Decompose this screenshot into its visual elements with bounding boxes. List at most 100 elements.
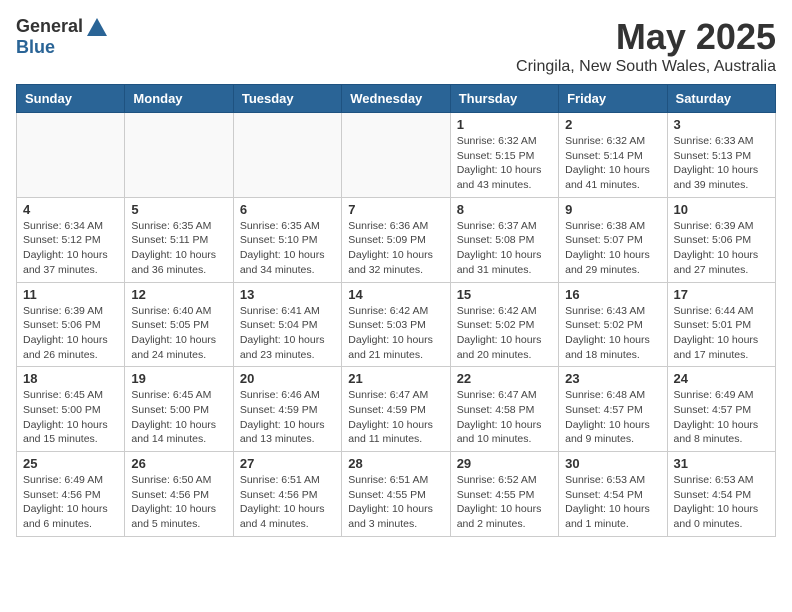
calendar-cell: 29 Sunrise: 6:52 AM Sunset: 4:55 PM Dayli… — [450, 452, 558, 537]
calendar-cell: 24 Sunrise: 6:49 AM Sunset: 4:57 PM Dayli… — [667, 367, 775, 452]
day-info: Sunrise: 6:35 AM Sunset: 5:11 PM Dayligh… — [131, 219, 226, 278]
calendar-cell: 31 Sunrise: 6:53 AM Sunset: 4:54 PM Dayli… — [667, 452, 775, 537]
day-info: Sunrise: 6:46 AM Sunset: 4:59 PM Dayligh… — [240, 388, 335, 447]
day-number: 29 — [457, 456, 552, 471]
day-number: 14 — [348, 287, 443, 302]
calendar-cell: 4 Sunrise: 6:34 AM Sunset: 5:12 PM Daylig… — [17, 197, 125, 282]
day-info: Sunrise: 6:38 AM Sunset: 5:07 PM Dayligh… — [565, 219, 660, 278]
day-number: 28 — [348, 456, 443, 471]
calendar-cell: 30 Sunrise: 6:53 AM Sunset: 4:54 PM Dayli… — [559, 452, 667, 537]
day-info: Sunrise: 6:53 AM Sunset: 4:54 PM Dayligh… — [565, 473, 660, 532]
day-number: 18 — [23, 371, 118, 386]
logo-icon — [85, 16, 109, 40]
calendar-week-3: 11 Sunrise: 6:39 AM Sunset: 5:06 PM Dayli… — [17, 282, 776, 367]
calendar-cell: 16 Sunrise: 6:43 AM Sunset: 5:02 PM Dayli… — [559, 282, 667, 367]
day-info: Sunrise: 6:33 AM Sunset: 5:13 PM Dayligh… — [674, 134, 769, 193]
day-number: 26 — [131, 456, 226, 471]
calendar-cell — [17, 113, 125, 198]
calendar-cell: 27Sunrise: 6:51 AM Sunset: 4:56 PM Dayli… — [233, 452, 341, 537]
day-info: Sunrise: 6:48 AM Sunset: 4:57 PM Dayligh… — [565, 388, 660, 447]
day-info: Sunrise: 6:41 AM Sunset: 5:04 PM Dayligh… — [240, 304, 335, 363]
day-number: 25 — [23, 456, 118, 471]
day-number: 16 — [565, 287, 660, 302]
day-info: Sunrise: 6:47 AM Sunset: 4:59 PM Dayligh… — [348, 388, 443, 447]
day-info: Sunrise: 6:45 AM Sunset: 5:00 PM Dayligh… — [131, 388, 226, 447]
day-number: 3 — [674, 117, 769, 132]
day-info: Sunrise: 6:53 AM Sunset: 4:54 PM Dayligh… — [674, 473, 769, 532]
day-number: 19 — [131, 371, 226, 386]
day-number: 30 — [565, 456, 660, 471]
day-info: Sunrise: 6:40 AM Sunset: 5:05 PM Dayligh… — [131, 304, 226, 363]
day-number: 10 — [674, 202, 769, 217]
calendar-cell: 1Sunrise: 6:32 AM Sunset: 5:15 PM Daylig… — [450, 113, 558, 198]
day-info: Sunrise: 6:36 AM Sunset: 5:09 PM Dayligh… — [348, 219, 443, 278]
calendar-cell: 8Sunrise: 6:37 AM Sunset: 5:08 PM Daylig… — [450, 197, 558, 282]
day-info: Sunrise: 6:42 AM Sunset: 5:02 PM Dayligh… — [457, 304, 552, 363]
calendar-cell: 12 Sunrise: 6:40 AM Sunset: 5:05 PM Dayli… — [125, 282, 233, 367]
calendar-cell: 19 Sunrise: 6:45 AM Sunset: 5:00 PM Dayli… — [125, 367, 233, 452]
logo-text: General Blue — [16, 16, 109, 58]
day-number: 22 — [457, 371, 552, 386]
day-info: Sunrise: 6:32 AM Sunset: 5:14 PM Dayligh… — [565, 134, 660, 193]
day-info: Sunrise: 6:35 AM Sunset: 5:10 PM Dayligh… — [240, 219, 335, 278]
day-info: Sunrise: 6:37 AM Sunset: 5:08 PM Dayligh… — [457, 219, 552, 278]
calendar-cell: 26Sunrise: 6:50 AM Sunset: 4:56 PM Dayli… — [125, 452, 233, 537]
day-number: 24 — [674, 371, 769, 386]
calendar-cell: 21 Sunrise: 6:47 AM Sunset: 4:59 PM Dayli… — [342, 367, 450, 452]
calendar-cell: 5Sunrise: 6:35 AM Sunset: 5:11 PM Daylig… — [125, 197, 233, 282]
day-number: 2 — [565, 117, 660, 132]
day-number: 17 — [674, 287, 769, 302]
day-info: Sunrise: 6:34 AM Sunset: 5:12 PM Dayligh… — [23, 219, 118, 278]
day-number: 9 — [565, 202, 660, 217]
logo: General Blue — [16, 16, 109, 58]
header-friday: Friday — [559, 85, 667, 113]
calendar-cell: 25 Sunrise: 6:49 AM Sunset: 4:56 PM Dayli… — [17, 452, 125, 537]
calendar-cell: 18 Sunrise: 6:45 AM Sunset: 5:00 PM Dayli… — [17, 367, 125, 452]
logo-blue: Blue — [16, 38, 109, 58]
calendar-cell — [125, 113, 233, 198]
calendar-header-row: Sunday Monday Tuesday Wednesday Thursday… — [17, 85, 776, 113]
calendar-cell: 14 Sunrise: 6:42 AM Sunset: 5:03 PM Dayli… — [342, 282, 450, 367]
day-number: 13 — [240, 287, 335, 302]
day-number: 27 — [240, 456, 335, 471]
day-info: Sunrise: 6:47 AM Sunset: 4:58 PM Dayligh… — [457, 388, 552, 447]
day-info: Sunrise: 6:51 AM Sunset: 4:55 PM Dayligh… — [348, 473, 443, 532]
day-info: Sunrise: 6:49 AM Sunset: 4:56 PM Dayligh… — [23, 473, 118, 532]
day-number: 11 — [23, 287, 118, 302]
location: Cringila, New South Wales, Australia — [516, 58, 776, 76]
calendar-cell: 23 Sunrise: 6:48 AM Sunset: 4:57 PM Dayli… — [559, 367, 667, 452]
day-number: 12 — [131, 287, 226, 302]
calendar-week-1: 1Sunrise: 6:32 AM Sunset: 5:15 PM Daylig… — [17, 113, 776, 198]
day-number: 7 — [348, 202, 443, 217]
calendar-cell: 3 Sunrise: 6:33 AM Sunset: 5:13 PM Daylig… — [667, 113, 775, 198]
day-info: Sunrise: 6:45 AM Sunset: 5:00 PM Dayligh… — [23, 388, 118, 447]
day-number: 21 — [348, 371, 443, 386]
day-info: Sunrise: 6:32 AM Sunset: 5:15 PM Dayligh… — [457, 134, 552, 193]
calendar-cell: 11 Sunrise: 6:39 AM Sunset: 5:06 PM Dayli… — [17, 282, 125, 367]
calendar-cell: 9 Sunrise: 6:38 AM Sunset: 5:07 PM Daylig… — [559, 197, 667, 282]
calendar-cell: 6 Sunrise: 6:35 AM Sunset: 5:10 PM Daylig… — [233, 197, 341, 282]
day-number: 23 — [565, 371, 660, 386]
day-info: Sunrise: 6:39 AM Sunset: 5:06 PM Dayligh… — [23, 304, 118, 363]
day-number: 31 — [674, 456, 769, 471]
calendar-cell: 17Sunrise: 6:44 AM Sunset: 5:01 PM Dayli… — [667, 282, 775, 367]
calendar-cell: 28 Sunrise: 6:51 AM Sunset: 4:55 PM Dayli… — [342, 452, 450, 537]
day-info: Sunrise: 6:52 AM Sunset: 4:55 PM Dayligh… — [457, 473, 552, 532]
day-info: Sunrise: 6:43 AM Sunset: 5:02 PM Dayligh… — [565, 304, 660, 363]
header-tuesday: Tuesday — [233, 85, 341, 113]
calendar-cell — [342, 113, 450, 198]
day-info: Sunrise: 6:42 AM Sunset: 5:03 PM Dayligh… — [348, 304, 443, 363]
day-info: Sunrise: 6:49 AM Sunset: 4:57 PM Dayligh… — [674, 388, 769, 447]
day-number: 6 — [240, 202, 335, 217]
calendar-cell — [233, 113, 341, 198]
calendar: Sunday Monday Tuesday Wednesday Thursday… — [16, 84, 776, 537]
calendar-week-4: 18 Sunrise: 6:45 AM Sunset: 5:00 PM Dayli… — [17, 367, 776, 452]
calendar-cell: 22 Sunrise: 6:47 AM Sunset: 4:58 PM Dayli… — [450, 367, 558, 452]
calendar-cell: 2 Sunrise: 6:32 AM Sunset: 5:14 PM Daylig… — [559, 113, 667, 198]
header-thursday: Thursday — [450, 85, 558, 113]
calendar-week-2: 4 Sunrise: 6:34 AM Sunset: 5:12 PM Daylig… — [17, 197, 776, 282]
day-number: 4 — [23, 202, 118, 217]
header-sunday: Sunday — [17, 85, 125, 113]
day-number: 15 — [457, 287, 552, 302]
calendar-week-5: 25 Sunrise: 6:49 AM Sunset: 4:56 PM Dayli… — [17, 452, 776, 537]
